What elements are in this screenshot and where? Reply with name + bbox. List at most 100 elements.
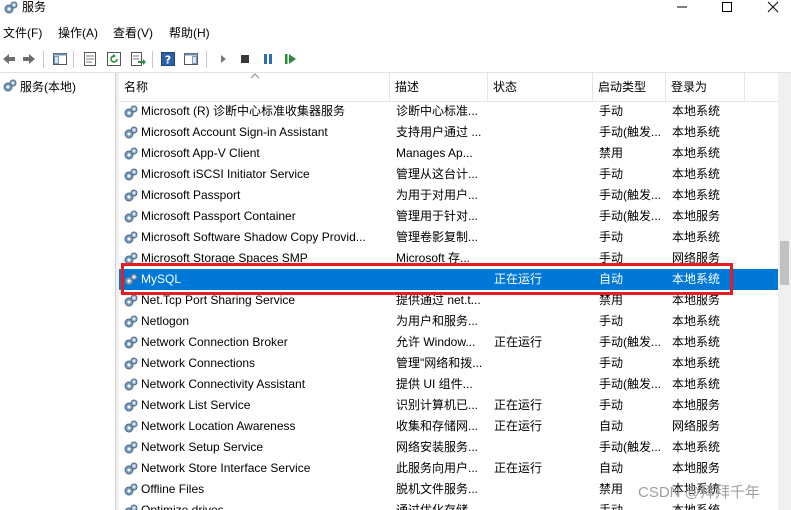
- service-name: Network Setup Service: [141, 440, 264, 454]
- close-button[interactable]: [753, 0, 791, 14]
- service-row[interactable]: MySQL 正在运行 自动 本地系统: [119, 269, 778, 290]
- service-gear-icon: [123, 272, 139, 288]
- service-logon-as: 本地系统: [672, 104, 721, 118]
- service-row[interactable]: Network Connectivity Assistant 提供 UI 组件..…: [119, 374, 778, 395]
- vertical-scrollbar[interactable]: [778, 73, 791, 510]
- service-description: 管理卷影复制...: [396, 230, 479, 244]
- service-status: [494, 500, 584, 510]
- service-status: [494, 290, 584, 311]
- service-row[interactable]: Net.Tcp Port Sharing Service 提供通过 net.t..…: [119, 290, 778, 311]
- menu-action[interactable]: 操作(A): [58, 26, 98, 40]
- title-bar: 服务: [0, 0, 791, 22]
- service-row[interactable]: Microsoft Account Sign-in Assistant 支持用户通…: [119, 122, 778, 143]
- maximize-button[interactable]: [707, 0, 747, 14]
- watermark: CSDN @拜拜千年: [638, 484, 760, 501]
- menu-view[interactable]: 查看(V): [113, 26, 153, 40]
- service-description: 为用于对用户...: [396, 188, 479, 202]
- forward-arrow-icon[interactable]: [20, 50, 38, 68]
- service-description: 允许 Window...: [396, 335, 476, 349]
- service-status: [494, 185, 584, 206]
- service-startup-type: 手动(触发...: [599, 377, 661, 391]
- service-startup-type: 手动: [599, 167, 624, 181]
- service-startup-type: 手动(触发...: [599, 188, 661, 202]
- column-header-logon-as[interactable]: 登录为: [666, 73, 745, 102]
- scrollbar-thumb[interactable]: [780, 241, 789, 285]
- service-logon-as: 本地系统: [672, 125, 721, 139]
- service-gear-icon: [123, 503, 139, 510]
- service-gear-icon: [123, 209, 139, 225]
- service-logon-as: 本地系统: [672, 167, 721, 181]
- service-status: [494, 143, 584, 164]
- service-row[interactable]: Netlogon 为用户和服务... 手动 本地系统: [119, 311, 778, 332]
- service-description: 为用户和服务...: [396, 314, 479, 328]
- service-startup-type: 禁用: [599, 146, 624, 160]
- service-gear-icon: [123, 146, 139, 162]
- service-description: 通过优化存储...: [396, 503, 479, 510]
- stop-service-icon[interactable]: [236, 50, 254, 68]
- service-row[interactable]: Microsoft Passport 为用于对用户... 手动(触发... 本地系统: [119, 185, 778, 206]
- service-name: Microsoft App-V Client: [141, 146, 260, 160]
- show-hide-tree-icon[interactable]: [51, 50, 69, 68]
- service-gear-icon: [123, 167, 139, 183]
- service-gear-icon: [123, 440, 139, 456]
- service-logon-as: 本地系统: [672, 146, 721, 160]
- service-row[interactable]: Network Setup Service 网络安装服务... 手动(触发... 本地…: [119, 437, 778, 458]
- pause-service-icon[interactable]: [259, 50, 277, 68]
- service-row[interactable]: Network Location Awareness 收集和存储网... 正在运行 自…: [119, 416, 778, 437]
- toolbar-separator: [73, 51, 74, 68]
- service-row[interactable]: Network List Service 识别计算机已... 正在运行 手动 本地服务: [119, 395, 778, 416]
- service-status: [494, 374, 584, 395]
- service-gear-icon: [123, 251, 139, 267]
- service-description: 提供 UI 组件...: [396, 377, 473, 391]
- tree-pane: 服务(本地): [0, 73, 116, 510]
- service-row[interactable]: Microsoft Software Shadow Copy Provid...…: [119, 227, 778, 248]
- service-name: Microsoft Passport: [141, 188, 241, 202]
- column-header-startup-type[interactable]: 启动类型: [593, 73, 666, 102]
- back-arrow-icon[interactable]: [0, 50, 18, 68]
- help-icon[interactable]: ?: [159, 50, 177, 68]
- service-row[interactable]: Microsoft Passport Container 管理用于针对... 手动(…: [119, 206, 778, 227]
- refresh-icon[interactable]: [105, 50, 123, 68]
- show-hide-action-pane-icon[interactable]: [182, 50, 200, 68]
- column-header-description[interactable]: 描述: [390, 73, 488, 102]
- tree-item-services-local[interactable]: 服务(本地): [2, 79, 76, 95]
- service-row[interactable]: Network Connection Broker 允许 Window... 正在运…: [119, 332, 778, 353]
- column-header-status[interactable]: 状态: [488, 73, 593, 102]
- service-name: Microsoft iSCSI Initiator Service: [141, 167, 310, 181]
- minimize-button[interactable]: [662, 0, 702, 14]
- service-logon-as: 本地系统: [672, 377, 721, 391]
- service-row[interactable]: Microsoft iSCSI Initiator Service 管理从这台计.…: [119, 164, 778, 185]
- start-service-icon[interactable]: [214, 50, 232, 68]
- service-row[interactable]: Microsoft App-V Client Manages Ap... 禁用 本地系…: [119, 143, 778, 164]
- service-status: 正在运行: [494, 419, 543, 433]
- properties-icon[interactable]: [81, 50, 99, 68]
- service-row[interactable]: Microsoft (R) 诊断中心标准收集器服务 诊断中心标准... 手动 本地系统: [119, 101, 778, 122]
- service-row[interactable]: Microsoft Storage Spaces SMP Microsoft 存.…: [119, 248, 778, 269]
- restart-service-icon[interactable]: [282, 50, 300, 68]
- menu-help[interactable]: 帮助(H): [169, 26, 210, 40]
- service-status: 正在运行: [494, 398, 543, 412]
- service-description: 管理用于针对...: [396, 209, 479, 223]
- service-status: [494, 164, 584, 185]
- service-name: Network Connections: [141, 356, 256, 370]
- service-startup-type: 自动: [599, 419, 624, 433]
- service-logon-as: 本地服务: [672, 398, 721, 412]
- service-status: 正在运行: [494, 461, 543, 475]
- menu-file[interactable]: 文件(F): [3, 26, 42, 40]
- service-row[interactable]: Network Store Interface Service 此服务向用户...…: [119, 458, 778, 479]
- service-row[interactable]: Network Connections 管理"网络和拨... 手动 本地系统: [119, 353, 778, 374]
- service-logon-as: 本地服务: [672, 461, 721, 475]
- export-list-icon[interactable]: [129, 50, 147, 68]
- tree-item-label: 服务(本地): [20, 80, 76, 94]
- service-status: [494, 101, 584, 122]
- service-name: MySQL: [141, 272, 182, 286]
- service-startup-type: 自动: [599, 272, 624, 286]
- service-startup-type: 手动: [599, 104, 624, 118]
- service-status: 正在运行: [494, 335, 543, 349]
- service-startup-type: 手动: [599, 398, 624, 412]
- service-logon-as: 本地服务: [672, 293, 721, 307]
- service-name: Microsoft Storage Spaces SMP: [141, 251, 308, 265]
- column-header-name[interactable]: 名称: [119, 73, 390, 102]
- service-description: 诊断中心标准...: [396, 104, 479, 118]
- toolbar: ?: [0, 46, 791, 72]
